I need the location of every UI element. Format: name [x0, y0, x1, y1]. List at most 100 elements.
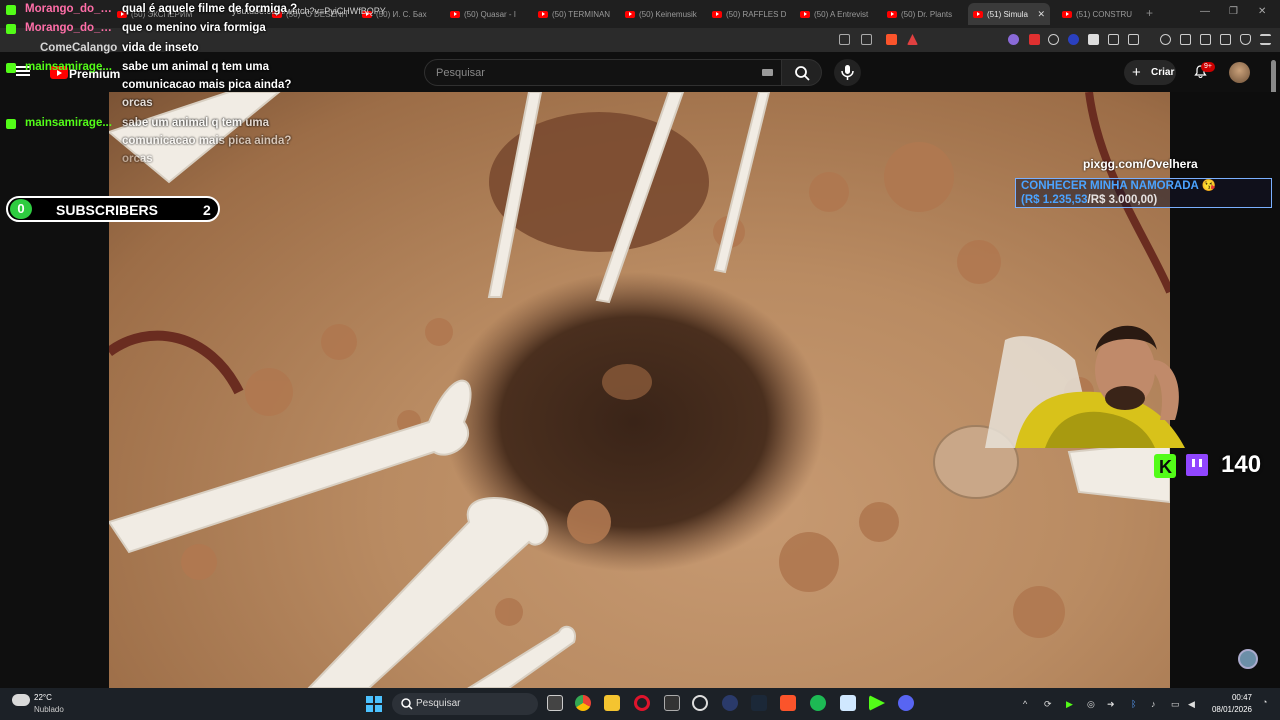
chat-username: mainsamirage...	[25, 117, 112, 129]
brave-shield-icon[interactable]	[886, 34, 897, 45]
chat-username: ComeCalango	[40, 42, 118, 54]
weather-temperature[interactable]: 22°C	[34, 693, 52, 702]
youtube-icon	[1062, 10, 1072, 18]
discord-icon[interactable]	[898, 695, 914, 711]
chat-message: que o menino vira formiga	[122, 22, 266, 34]
subscriber-goal-current: 0	[10, 199, 32, 219]
wallet-icon[interactable]	[1200, 34, 1211, 45]
chevron-up-icon[interactable]: ^	[1023, 699, 1027, 709]
search-icon	[795, 66, 810, 81]
webcam-overlay	[985, 300, 1185, 448]
kick-logo-icon: K	[1154, 454, 1208, 478]
app-icon[interactable]	[664, 695, 680, 711]
floating-action-icon[interactable]	[1238, 649, 1258, 669]
browser-tab-active[interactable]: (51) Simula ✕	[968, 3, 1050, 25]
chat-username: mainsamirage...	[25, 61, 112, 73]
chat-username: Morango_do_N...	[25, 3, 117, 15]
youtube-icon	[625, 10, 635, 18]
new-tab-icon[interactable]: +	[1146, 6, 1153, 20]
clock-date[interactable]: 08/01/2026	[1200, 705, 1252, 714]
browser-tab[interactable]: (50) A Entrevist	[800, 3, 880, 25]
youtube-icon	[538, 10, 548, 18]
weather-condition[interactable]: Nublado	[34, 705, 64, 714]
tray-app-icon[interactable]: ➜	[1107, 699, 1115, 710]
minimize-icon[interactable]: —	[1200, 6, 1210, 17]
donation-goal-title: CONHECER MINHA NAMORADA 😘	[1021, 180, 1216, 192]
avatar[interactable]	[1229, 62, 1250, 83]
donation-goal-amount: (R$ 1.235,53/R$ 3.000,00)	[1021, 194, 1158, 206]
volume-icon[interactable]: ◀	[1188, 699, 1195, 710]
task-view-icon[interactable]	[547, 695, 563, 711]
kick-icon	[6, 63, 16, 73]
notepad-icon[interactable]	[840, 695, 856, 711]
browser-tab[interactable]: (50) TERMINAN	[538, 3, 618, 25]
puzzle-icon[interactable]	[1108, 34, 1119, 45]
voice-search-button[interactable]	[834, 59, 861, 86]
opera-icon[interactable]	[634, 695, 650, 711]
youtube-icon	[450, 10, 460, 18]
svg-text:K: K	[1159, 457, 1172, 477]
create-button[interactable]: + Criar	[1124, 60, 1176, 85]
brave-icon[interactable]	[780, 695, 796, 711]
chrome-icon[interactable]	[575, 695, 591, 711]
kick-icon	[6, 119, 16, 129]
network-icon[interactable]: ▭	[1171, 699, 1180, 710]
menu-icon[interactable]	[1260, 34, 1271, 45]
notification-badge: 9+	[1201, 62, 1215, 72]
chat-message: qual é aquele filme de formiga ?	[122, 3, 298, 15]
youtube-icon	[712, 10, 722, 18]
chat-message: sabe um animal q tem uma	[122, 61, 269, 73]
bluetooth-icon[interactable]: ᛒ	[1131, 699, 1136, 709]
notifications-icon[interactable]: ◔	[1262, 697, 1267, 707]
chat-message: orcas	[122, 153, 153, 165]
chat-message: comunicacao mais pica ainda?	[122, 79, 292, 91]
cast-icon[interactable]	[839, 34, 850, 45]
clock-time[interactable]: 00:47	[1210, 693, 1252, 702]
search-icon	[401, 698, 413, 710]
extension-icon[interactable]	[1088, 34, 1099, 45]
extension-icon[interactable]	[1008, 34, 1019, 45]
chat-message: sabe um animal q tem uma	[122, 117, 269, 129]
taskbar-search[interactable]	[392, 693, 538, 715]
cloud-icon[interactable]	[12, 694, 30, 706]
search-button[interactable]	[782, 59, 822, 86]
browser-tab[interactable]: (50) Dr. Plants	[887, 3, 967, 25]
extension-icon[interactable]	[1068, 34, 1079, 45]
browser-tab[interactable]: (50) RAFFLES D	[712, 3, 792, 25]
tray-app-icon[interactable]: ◎	[1087, 699, 1095, 710]
sidebar-icon[interactable]	[1180, 34, 1191, 45]
leo-icon[interactable]	[1220, 34, 1231, 45]
browser-tab[interactable]: (50) Keinemusik	[625, 3, 705, 25]
app-icon[interactable]	[722, 695, 738, 711]
maximize-icon[interactable]: ❐	[1229, 6, 1238, 17]
youtube-icon	[887, 10, 897, 18]
chat-message: orcas	[122, 97, 153, 109]
taskbar-search-label[interactable]: Pesquisar	[416, 698, 460, 709]
search-box[interactable]	[424, 59, 782, 86]
microphone-icon	[841, 65, 854, 80]
close-tab-icon[interactable]: ✕	[1037, 9, 1045, 20]
extension-icon[interactable]	[1048, 34, 1059, 45]
windows-start-icon[interactable]	[366, 696, 382, 712]
browser-tab[interactable]: (50) Quasar - I	[450, 3, 530, 25]
file-explorer-icon[interactable]	[604, 695, 620, 711]
microphone-icon[interactable]: ♪	[1151, 699, 1156, 709]
app-icon[interactable]	[692, 695, 708, 711]
spotify-icon[interactable]	[810, 695, 826, 711]
screenshot-icon[interactable]	[1128, 34, 1139, 45]
sync-icon[interactable]: ⟳	[1044, 699, 1052, 710]
search-input[interactable]	[434, 66, 738, 80]
chat-message: vida de inseto	[122, 42, 199, 54]
music-icon[interactable]	[1160, 34, 1171, 45]
keyboard-icon[interactable]	[762, 69, 773, 76]
steam-icon[interactable]	[751, 695, 767, 711]
plus-icon: +	[1132, 64, 1141, 81]
tray-app-icon[interactable]: ▶	[1066, 699, 1073, 710]
browser-tab[interactable]: (51) CONSTRU	[1062, 3, 1140, 25]
close-window-icon[interactable]: ✕	[1258, 6, 1266, 17]
share-icon[interactable]	[861, 34, 872, 45]
kick-icon	[6, 24, 16, 34]
vpn-icon[interactable]	[1240, 34, 1251, 45]
extension-icon[interactable]	[1029, 34, 1040, 45]
subscriber-goal-label: SUBSCRIBERS	[56, 202, 158, 218]
